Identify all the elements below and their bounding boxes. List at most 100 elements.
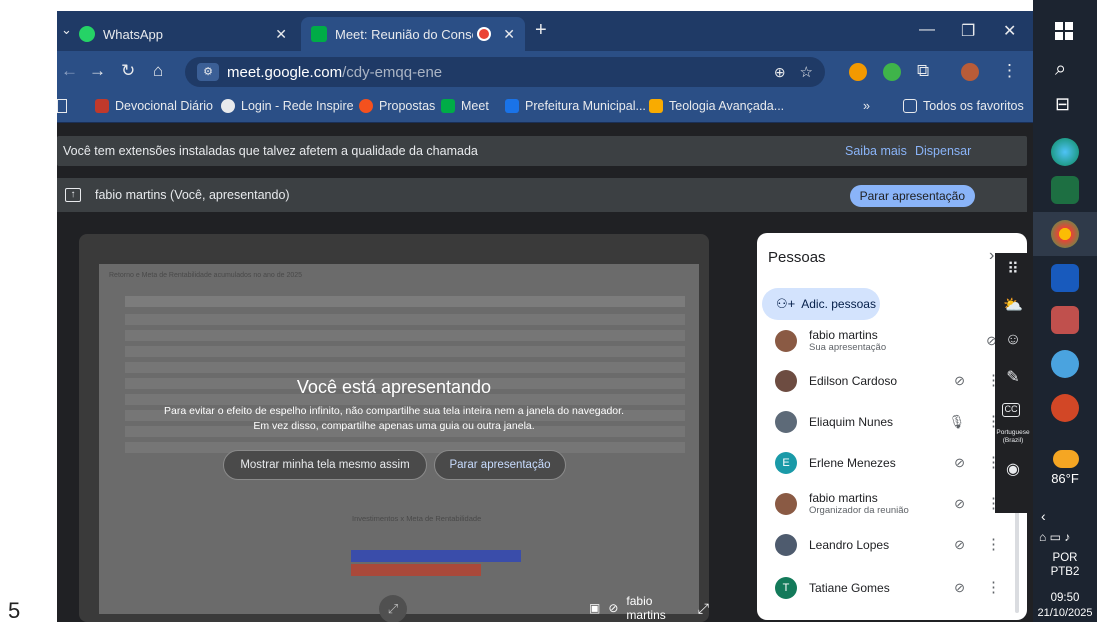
globe-icon (221, 99, 235, 113)
language-line2[interactable]: PTB2 (1033, 566, 1097, 578)
edge-icon[interactable] (1051, 138, 1079, 166)
stop-presenting-overlay-button[interactable]: Parar apresentação (434, 450, 566, 480)
app-icon[interactable] (1051, 350, 1079, 378)
bookmark-item[interactable]: Prefeitura Municipal... (505, 99, 646, 113)
excel-icon[interactable] (1051, 176, 1079, 204)
chrome-icon[interactable] (1051, 220, 1079, 248)
zoom-icon[interactable]: ⊕ (774, 64, 786, 81)
table-row (125, 296, 685, 307)
all-bookmarks[interactable]: Todos os favoritos (903, 99, 1024, 113)
stop-presenting-button[interactable]: Parar apresentação (849, 185, 975, 207)
extension-icon[interactable] (883, 63, 901, 81)
collapse-icon[interactable]: ⤢ (379, 595, 407, 622)
expand-icon[interactable]: ⤢ (698, 600, 709, 617)
effects-icon[interactable]: ⛅ (1002, 295, 1024, 317)
site-info-icon[interactable]: ⚙ (197, 63, 219, 81)
address-bar[interactable]: ⚙ meet.google.com/cdy-emqq-ene ⊕ ☆ (185, 57, 825, 87)
chevron-up-icon[interactable]: ‹ (1041, 508, 1046, 524)
camera-icon[interactable]: ◉ (1002, 459, 1024, 481)
whiteboard-icon[interactable]: ✎ (1002, 367, 1024, 389)
reload-icon[interactable]: ↻ (121, 61, 135, 81)
avatar (775, 370, 797, 392)
bookmarks-bar: Devocional Diário Login - Rede Inspire P… (57, 93, 1033, 123)
toolbar: ← → ↻ ⌂ ⚙ meet.google.com/cdy-emqq-ene ⊕… (57, 51, 1033, 93)
bookmarks-more[interactable]: » (863, 99, 870, 113)
more-options-icon[interactable]: ⋮ (986, 578, 1001, 596)
word-icon[interactable] (1051, 264, 1079, 292)
avatar (775, 330, 797, 352)
show-screen-anyway-button[interactable]: Mostrar minha tela mesmo assim (223, 450, 427, 480)
extensions-puzzle-icon[interactable]: ⧉ (917, 61, 929, 81)
home-icon[interactable]: ⌂ (153, 61, 163, 81)
participant-row[interactable]: Edilson Cardoso ⊘ ⋮ (757, 361, 1027, 401)
minimize-icon[interactable]: — (919, 21, 935, 39)
weather-temp[interactable]: 86°F (1033, 471, 1097, 486)
language-line1[interactable]: POR (1033, 552, 1097, 564)
back-icon[interactable]: ← (61, 61, 78, 81)
learn-more-link[interactable]: Saiba mais (845, 144, 907, 158)
table-row (125, 346, 685, 357)
overlay-subtitle: Para evitar o efeito de espelho infinito… (164, 405, 624, 432)
forward-icon[interactable]: → (89, 61, 106, 81)
mic-off-icon[interactable]: ⊘ (954, 373, 965, 389)
caption-language[interactable]: Portuguese (Brazil) (995, 429, 1031, 445)
bookmark-item[interactable]: Propostas (359, 99, 435, 113)
clock-date[interactable]: 21/10/2025 (1033, 607, 1097, 619)
bookmark-star-icon[interactable]: ☆ (800, 63, 813, 81)
menu-icon[interactable]: ⋮ (1001, 61, 1018, 81)
participant-row[interactable]: Leandro Lopes ⊘ ⋮ (757, 525, 1027, 565)
new-tab-button[interactable]: + (535, 19, 547, 42)
browser-window: ⌄ WhatsApp ✕ Meet: Reunião do Conselho ✕… (57, 11, 1033, 622)
tab-search-icon[interactable]: ⌄ (61, 22, 72, 38)
powerpoint-icon[interactable] (1051, 394, 1079, 422)
start-icon[interactable] (1055, 22, 1073, 40)
close-panel-icon[interactable]: › (989, 247, 994, 265)
meet-icon (311, 26, 327, 42)
participant-row[interactable]: Eliaquim Nunes 🎙 ⋮ (757, 402, 1027, 442)
folder-icon (903, 99, 917, 113)
weather-icon[interactable] (1053, 450, 1079, 468)
participant-row[interactable]: fabio martins Organizador da reunião ⊘ ⋮ (757, 484, 1027, 524)
close-window-icon[interactable]: ✕ (1003, 21, 1016, 41)
close-icon[interactable]: ✕ (503, 26, 515, 43)
tile-name: fabio martins (626, 594, 666, 622)
apps-icon[interactable] (57, 99, 67, 113)
search-icon[interactable]: ⌕ (1055, 58, 1066, 81)
presenting-bar: ↑ fabio martins (Você, apresentando) Par… (57, 178, 1027, 212)
mic-off-icon[interactable]: ⊘ (954, 580, 965, 596)
participant-row[interactable]: fabio martins Sua apresentação ⊘ (757, 321, 1027, 361)
bookmark-item[interactable]: Login - Rede Inspire (221, 99, 354, 113)
mic-off-icon[interactable]: ⊘ (954, 537, 965, 553)
captions-icon[interactable]: CC (1002, 403, 1020, 417)
participant-row[interactable]: E Erlene Menezes ⊘ ⋮ (757, 443, 1027, 483)
table-row (125, 330, 685, 341)
mic-on-icon[interactable]: 🎙 (948, 414, 965, 430)
dismiss-link[interactable]: Dispensar (915, 144, 971, 158)
tab-whatsapp[interactable]: WhatsApp ✕ (79, 17, 297, 51)
extension-icon[interactable] (849, 63, 867, 81)
add-people-button[interactable]: ⚇+ Adic. pessoas (762, 288, 880, 320)
tray-icons[interactable]: ⌂ ▭ ♪ (1039, 530, 1070, 544)
mic-off-icon[interactable]: ⊘ (954, 455, 965, 471)
page-number: 5 (8, 598, 21, 622)
left-margin (0, 0, 57, 622)
app-icon[interactable] (1051, 306, 1079, 334)
extensions-banner: Você tem extensões instaladas que talvez… (57, 136, 1027, 166)
close-icon[interactable]: ✕ (275, 26, 287, 43)
clock-time[interactable]: 09:50 (1033, 592, 1097, 604)
participant-name: Eliaquim Nunes (809, 414, 894, 429)
bookmark-item[interactable]: Meet (441, 99, 489, 113)
apps-grid-icon[interactable]: ⠿ (1002, 259, 1024, 281)
avatar: E (775, 452, 797, 474)
restore-icon[interactable]: ❐ (961, 21, 975, 41)
participant-name: Edilson Cardoso (809, 373, 898, 388)
profile-avatar[interactable] (961, 63, 979, 81)
task-view-icon[interactable]: ⊟ (1055, 94, 1070, 115)
chat-icon[interactable]: ☺ (1002, 331, 1024, 353)
more-options-icon[interactable]: ⋮ (986, 535, 1001, 553)
participant-row[interactable]: T Tatiane Gomes ⊘ ⋮ (757, 568, 1027, 608)
bookmark-item[interactable]: Devocional Diário (95, 99, 213, 113)
mic-off-icon[interactable]: ⊘ (954, 496, 965, 512)
bookmark-item[interactable]: Teologia Avançada... (649, 99, 784, 113)
tab-meet[interactable]: Meet: Reunião do Conselho ✕ (301, 17, 525, 51)
